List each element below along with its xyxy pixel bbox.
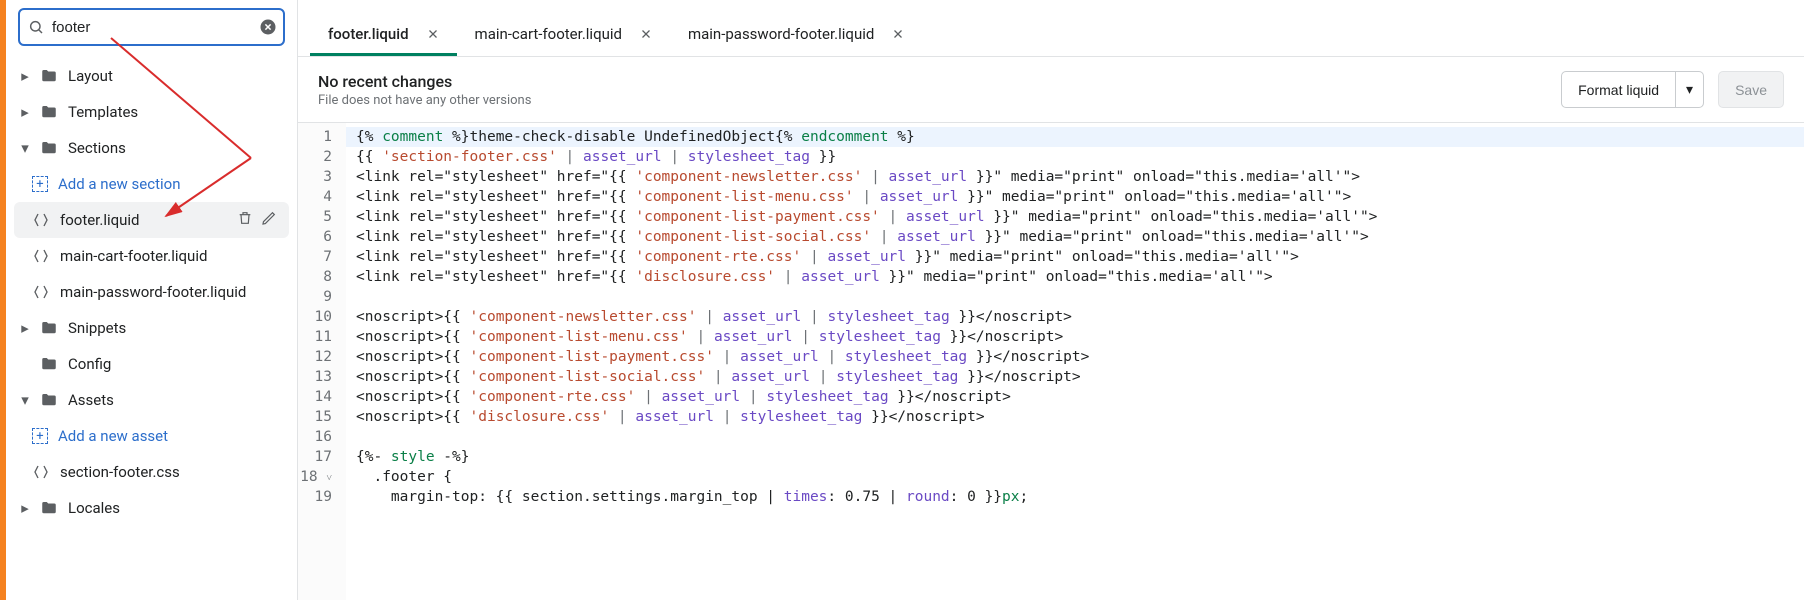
code-line[interactable]: <link rel="stylesheet" href="{{ 'compone… xyxy=(356,167,1804,187)
code-line[interactable]: margin-top: {{ section.settings.margin_t… xyxy=(356,487,1804,507)
code-line[interactable]: <noscript>{{ 'component-rte.css' | asset… xyxy=(356,387,1804,407)
code-line[interactable]: <link rel="stylesheet" href="{{ 'compone… xyxy=(356,247,1804,267)
delete-icon[interactable] xyxy=(237,210,253,230)
code-content[interactable]: {% comment %}theme-check-disable Undefin… xyxy=(346,123,1804,600)
folder-label: Config xyxy=(68,355,111,373)
code-line[interactable]: {%- style -%} xyxy=(356,447,1804,467)
folder-icon xyxy=(40,319,58,337)
folder-locales[interactable]: ▸ Locales xyxy=(6,490,297,526)
folder-icon xyxy=(40,139,58,157)
file-item-main-cart-footer-liquid[interactable]: main-cart-footer.liquid xyxy=(6,238,297,274)
add-asset-label: Add a new asset xyxy=(58,427,168,445)
liquid-file-icon xyxy=(32,283,50,301)
code-editor[interactable]: 123456789101112131415161718 ˅19 {% comme… xyxy=(298,123,1804,600)
file-item-footer-liquid[interactable]: footer.liquid xyxy=(14,202,289,238)
folder-templates[interactable]: ▸ Templates xyxy=(6,94,297,130)
folder-config[interactable]: ▸ Config xyxy=(6,346,297,382)
chevron-down-icon: ▾ xyxy=(1686,81,1693,98)
status-bar: No recent changes File does not have any… xyxy=(298,57,1804,123)
tab-label: footer.liquid xyxy=(328,25,409,43)
file-label: section-footer.css xyxy=(60,463,180,481)
folder-icon xyxy=(40,391,58,409)
file-label: main-cart-footer.liquid xyxy=(60,247,207,265)
close-icon[interactable] xyxy=(640,28,652,40)
folder-label: Locales xyxy=(68,499,120,517)
liquid-file-icon xyxy=(32,463,50,481)
folder-label: Snippets xyxy=(68,319,126,337)
code-line[interactable]: <noscript>{{ 'component-list-social.css'… xyxy=(356,367,1804,387)
status-title: No recent changes xyxy=(318,72,531,91)
file-item-section-footer-css[interactable]: section-footer.css xyxy=(6,454,297,490)
add-icon: + xyxy=(32,176,48,192)
folder-icon xyxy=(40,67,58,85)
folder-label: Templates xyxy=(68,103,138,121)
folder-sections[interactable]: ▾ Sections xyxy=(6,130,297,166)
tab-main-password-footer-liquid[interactable]: main-password-footer.liquid xyxy=(670,14,922,56)
file-item-main-password-footer-liquid[interactable]: main-password-footer.liquid xyxy=(6,274,297,310)
tab-bar: footer.liquid main-cart-footer.liquid main… xyxy=(298,0,1804,57)
code-line[interactable]: {% comment %}theme-check-disable Undefin… xyxy=(346,127,1804,147)
save-button[interactable]: Save xyxy=(1718,71,1784,108)
code-line[interactable]: <link rel="stylesheet" href="{{ 'compone… xyxy=(356,187,1804,207)
tab-label: main-cart-footer.liquid xyxy=(475,25,622,43)
code-line[interactable]: .footer { xyxy=(356,467,1804,487)
search-icon xyxy=(28,19,44,35)
code-line[interactable]: <noscript>{{ 'component-list-payment.css… xyxy=(356,347,1804,367)
add-section-link[interactable]: + Add a new section xyxy=(6,166,297,202)
format-liquid-dropdown[interactable]: ▾ xyxy=(1675,71,1704,108)
chevron-down-icon: ▾ xyxy=(20,139,30,157)
close-icon[interactable] xyxy=(427,28,439,40)
file-sidebar: ▸ Layout ▸ Templates ▾ Sections xyxy=(6,0,298,600)
add-section-label: Add a new section xyxy=(58,175,180,193)
code-line[interactable]: <link rel="stylesheet" href="{{ 'compone… xyxy=(356,207,1804,227)
search-input[interactable] xyxy=(52,19,251,36)
code-line[interactable]: <noscript>{{ 'component-list-menu.css' |… xyxy=(356,327,1804,347)
folder-assets[interactable]: ▾ Assets xyxy=(6,382,297,418)
liquid-file-icon xyxy=(32,211,50,229)
chevron-right-icon: ▸ xyxy=(20,103,30,121)
folder-icon xyxy=(40,103,58,121)
tab-label: main-password-footer.liquid xyxy=(688,25,874,43)
file-label: main-password-footer.liquid xyxy=(60,283,246,301)
folder-icon xyxy=(40,355,58,373)
file-label: footer.liquid xyxy=(60,211,140,229)
code-line[interactable]: {{ 'section-footer.css' | asset_url | st… xyxy=(356,147,1804,167)
chevron-right-icon: ▸ xyxy=(20,499,30,517)
line-gutter: 123456789101112131415161718 ˅19 xyxy=(298,123,346,600)
folder-label: Layout xyxy=(68,67,113,85)
code-line[interactable]: <noscript>{{ 'disclosure.css' | asset_ur… xyxy=(356,407,1804,427)
code-line[interactable] xyxy=(356,427,1804,447)
tab-main-cart-footer-liquid[interactable]: main-cart-footer.liquid xyxy=(457,14,670,56)
search-box[interactable] xyxy=(18,8,285,46)
code-line[interactable]: <link rel="stylesheet" href="{{ 'disclos… xyxy=(356,267,1804,287)
folder-layout[interactable]: ▸ Layout xyxy=(6,58,297,94)
chevron-down-icon: ▾ xyxy=(20,391,30,409)
liquid-file-icon xyxy=(32,247,50,265)
chevron-right-icon: ▸ xyxy=(20,67,30,85)
file-tree: ▸ Layout ▸ Templates ▾ Sections xyxy=(6,54,297,600)
code-line[interactable] xyxy=(356,287,1804,307)
code-line[interactable]: <link rel="stylesheet" href="{{ 'compone… xyxy=(356,227,1804,247)
close-icon[interactable] xyxy=(892,28,904,40)
format-liquid-button[interactable]: Format liquid xyxy=(1561,71,1676,108)
folder-icon xyxy=(40,499,58,517)
folder-label: Assets xyxy=(68,391,114,409)
editor-pane: footer.liquid main-cart-footer.liquid main… xyxy=(298,0,1804,600)
folder-label: Sections xyxy=(68,139,126,157)
tab-footer-liquid[interactable]: footer.liquid xyxy=(310,14,457,56)
folder-snippets[interactable]: ▸ Snippets xyxy=(6,310,297,346)
add-icon: + xyxy=(32,428,48,444)
clear-search-icon[interactable] xyxy=(259,18,277,36)
chevron-right-icon: ▸ xyxy=(20,319,30,337)
status-subtitle: File does not have any other versions xyxy=(318,93,531,108)
edit-icon[interactable] xyxy=(261,210,277,230)
add-asset-link[interactable]: + Add a new asset xyxy=(6,418,297,454)
code-line[interactable]: <noscript>{{ 'component-newsletter.css' … xyxy=(356,307,1804,327)
